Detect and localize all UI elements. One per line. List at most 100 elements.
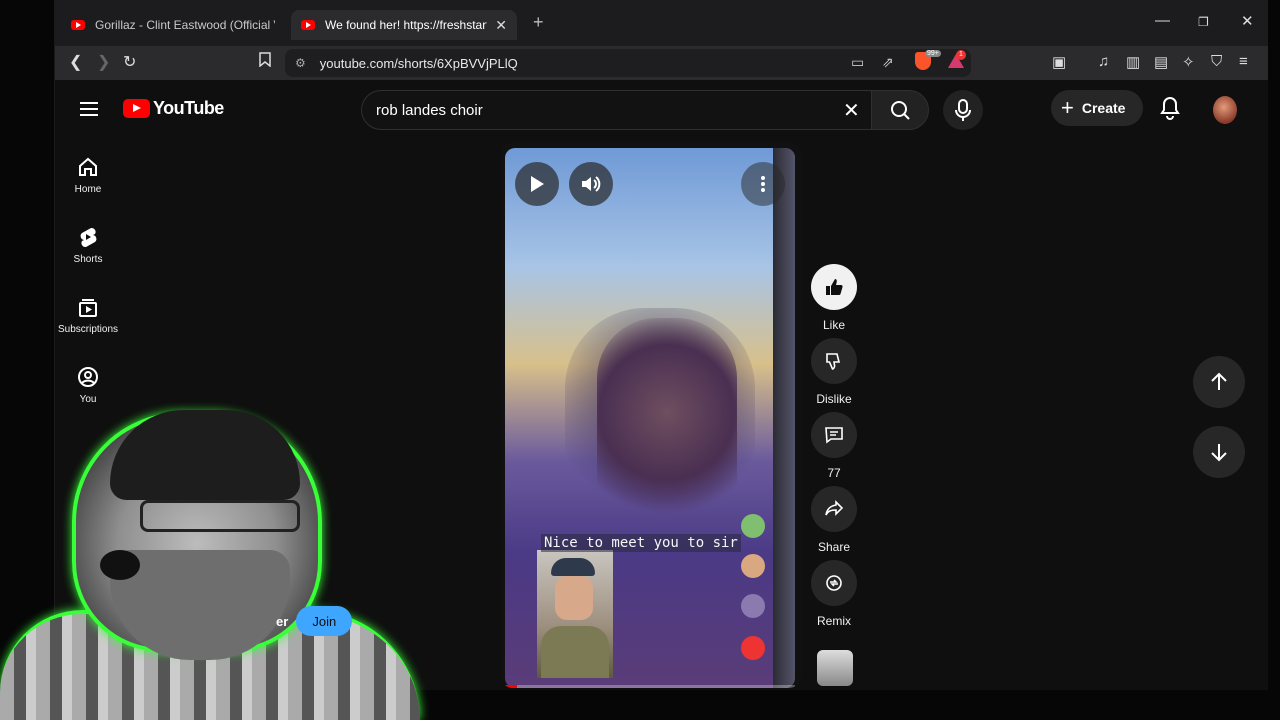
short-progress-bar[interactable] — [505, 685, 795, 688]
pip-cap — [551, 558, 595, 576]
remix-button[interactable]: Remix — [811, 560, 857, 628]
arrow-up-icon — [1211, 372, 1227, 390]
dislike-button[interactable]: Dislike — [811, 338, 857, 406]
more-options-button[interactable] — [741, 162, 785, 206]
back-icon[interactable]: ❮ — [69, 52, 82, 72]
search-query: rob landes choir — [376, 101, 483, 119]
youtube-header: YouTube rob landes choir ✕ + Create — [55, 80, 1268, 140]
youtube-logo[interactable]: YouTube — [123, 98, 224, 119]
youtube-play-icon — [123, 99, 150, 118]
sidebar-item-subscriptions[interactable]: Subscriptions — [55, 296, 121, 335]
reader-mode-icon[interactable]: ▣ — [1052, 53, 1066, 71]
search-icon — [891, 101, 910, 120]
like-circle — [811, 264, 857, 310]
video-caption: Nice to meet you to sir — [541, 534, 741, 552]
comment-icon — [825, 427, 843, 444]
comments-circle — [811, 412, 857, 458]
subscriptions-icon — [79, 299, 97, 317]
create-button[interactable]: + Create — [1051, 90, 1143, 126]
shorts-icon — [80, 227, 97, 248]
sidebar-item-label: Shorts — [73, 254, 103, 265]
close-tab-icon[interactable]: ✕ — [495, 17, 507, 34]
tab-title: Gorillaz - Clint Eastwood (Official Vid — [95, 18, 275, 32]
share-button[interactable]: Share — [811, 486, 857, 554]
url-field[interactable]: ⚙ youtube.com/shorts/6XpBVVjPLlQ — [285, 49, 971, 77]
menu-icon[interactable] — [80, 102, 98, 116]
notifications-bell-icon[interactable] — [1159, 96, 1181, 120]
headset-mic — [100, 550, 140, 580]
video-call-more-icon — [741, 594, 765, 618]
progress-fill — [505, 685, 517, 688]
home-icon — [79, 157, 97, 176]
volume-icon — [582, 176, 601, 192]
account-avatar[interactable] — [1213, 96, 1237, 124]
tab-gorillaz[interactable]: Gorillaz - Clint Eastwood (Official Vid — [61, 10, 285, 40]
phone-edge — [773, 148, 795, 688]
logo-wordmark: YouTube — [153, 98, 224, 118]
brave-shields-count: 99+ — [925, 50, 941, 57]
tab-title: We found her! https://freshstart — [325, 18, 488, 32]
media-icon[interactable]: ♫ — [1098, 53, 1109, 70]
share-circle — [811, 486, 857, 532]
site-info-icon[interactable]: ⚙ — [295, 56, 306, 70]
new-tab-button[interactable]: + — [533, 12, 544, 33]
search-button[interactable] — [871, 90, 929, 130]
next-short-button[interactable] — [1193, 426, 1245, 478]
restore-icon[interactable]: ❐ — [1198, 15, 1209, 29]
like-button[interactable]: Like — [811, 264, 857, 332]
wallet-icon[interactable]: ▤ — [1154, 53, 1168, 71]
short-video[interactable]: Nice to meet you to sir — [505, 148, 795, 688]
bookmark-icon[interactable] — [259, 52, 271, 72]
video-call-camera-icon — [741, 514, 765, 538]
previous-short-button[interactable] — [1193, 356, 1245, 408]
sidebar-item-label: Home — [74, 184, 102, 195]
remix-label: Remix — [816, 614, 851, 628]
play-button[interactable] — [515, 162, 559, 206]
vpn-icon[interactable]: ⛉ — [1211, 53, 1222, 70]
sidebar-item-label: Subscriptions — [57, 324, 119, 335]
sidebar-item-shorts[interactable]: Shorts — [55, 226, 121, 265]
video-subject-face — [597, 318, 737, 528]
voice-search-button[interactable] — [943, 90, 983, 130]
leo-ai-icon[interactable]: ✧ — [1182, 53, 1195, 71]
clear-search-icon[interactable]: ✕ — [843, 98, 860, 123]
short-player[interactable]: Nice to meet you to sir — [501, 142, 801, 688]
arrow-down-icon — [1211, 444, 1227, 462]
url-text: youtube.com/shorts/6XpBVVjPLlQ — [319, 55, 518, 71]
share-label: Share — [817, 540, 851, 554]
join-button[interactable]: Join — [296, 606, 353, 636]
remix-icon — [826, 575, 842, 591]
reload-icon[interactable]: ↻ — [123, 52, 136, 72]
video-call-end-icon — [741, 636, 765, 660]
volume-button[interactable] — [569, 162, 613, 206]
screen: Gorillaz - Clint Eastwood (Official Vid … — [0, 0, 1280, 720]
youtube-favicon-icon — [71, 20, 85, 30]
search-input[interactable]: rob landes choir — [361, 90, 871, 130]
channel-name-partial: er — [276, 613, 289, 629]
video-call-mic-icon — [741, 554, 765, 578]
pip-face — [555, 576, 593, 620]
play-icon — [531, 176, 544, 192]
like-label: Like — [822, 318, 845, 332]
forward-icon[interactable]: ❯ — [97, 52, 110, 72]
sidebar-toggle-icon[interactable]: ▥ — [1126, 53, 1140, 71]
share-page-icon[interactable]: ⇗ — [882, 54, 894, 71]
thumbs-up-icon — [826, 279, 843, 296]
minimize-icon[interactable]: — — [1155, 12, 1170, 29]
tab-active-short[interactable]: We found her! https://freshstart ✕ — [291, 10, 517, 40]
webcam-glasses — [140, 500, 300, 532]
rewards-badge: 1 — [956, 50, 966, 60]
sound-thumbnail[interactable] — [817, 650, 853, 686]
thumbs-down-icon — [826, 353, 841, 370]
pip-shirt — [541, 626, 609, 678]
remix-circle — [811, 560, 857, 606]
close-window-icon[interactable]: ✕ — [1241, 12, 1254, 30]
video-call-pip — [537, 550, 613, 678]
comments-button[interactable]: 77 — [811, 412, 857, 480]
more-vert-icon — [761, 176, 765, 192]
cast-icon[interactable]: ▭ — [851, 54, 864, 71]
browser-menu-icon[interactable]: ≡ — [1239, 53, 1248, 70]
sidebar-item-home[interactable]: Home — [55, 156, 121, 195]
comments-count: 77 — [827, 466, 841, 480]
dislike-label: Dislike — [816, 392, 852, 406]
